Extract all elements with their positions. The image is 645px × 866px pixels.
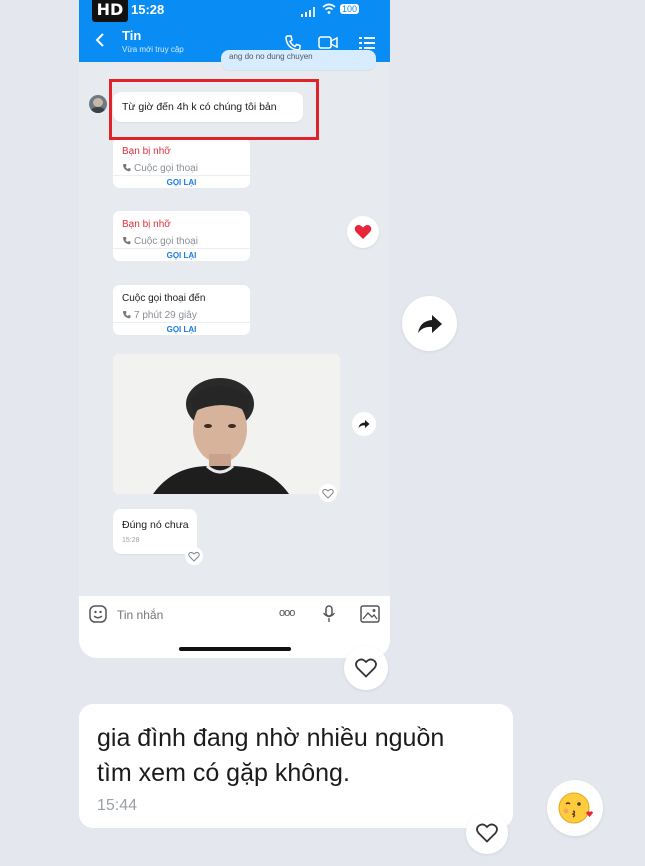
status-time: 15:28	[131, 2, 165, 17]
photo-message[interactable]	[113, 354, 340, 494]
back-icon[interactable]	[95, 32, 105, 53]
more-options-icon[interactable]: ooo	[279, 607, 295, 619]
hd-badge: HD	[92, 0, 128, 22]
heart-icon[interactable]	[466, 812, 508, 854]
heart-icon[interactable]	[319, 484, 337, 502]
callback-button[interactable]: GỌI LẠI	[113, 325, 250, 334]
call-title: Bạn bị nhỡ	[122, 219, 171, 230]
message-bubble[interactable]: gia đình đang nhờ nhiều nguồn tìm xem có…	[79, 704, 513, 828]
heart-reaction-icon[interactable]	[347, 216, 379, 248]
callback-button[interactable]: GỌI LẠI	[113, 251, 250, 260]
call-subtitle: Cuộc gọi thoại	[122, 163, 198, 174]
call-title: Cuộc gọi thoại đến	[122, 293, 206, 304]
message-input-bar: ooo	[79, 596, 390, 658]
signal-icon	[301, 5, 315, 20]
incoming-call-card: Cuộc gọi thoại đến 7 phút 29 giây GỌI LẠ…	[113, 285, 250, 335]
missed-call-card: Bạn bị nhỡ Cuộc gọi thoại GỌI LẠI	[113, 211, 250, 261]
callback-button[interactable]: GỌI LẠI	[113, 178, 250, 187]
call-title: Bạn bị nhỡ	[122, 146, 171, 157]
message-text-line: gia đình đang nhờ nhiều nguồn	[97, 724, 445, 752]
wifi-icon	[322, 3, 336, 18]
sticker-icon[interactable]	[89, 605, 107, 628]
missed-call-card: Bạn bị nhỡ Cuộc gọi thoại GỌI LẠI	[113, 138, 250, 188]
emoji-kiss-icon[interactable]	[547, 780, 603, 836]
chat-area: ang do no dung chuyen Từ giờ đến 4h k có…	[79, 50, 390, 596]
message-time: 15:28	[122, 537, 140, 544]
share-icon[interactable]	[402, 296, 457, 351]
share-icon[interactable]	[352, 412, 376, 436]
avatar[interactable]	[89, 95, 107, 113]
call-subtitle: 7 phút 29 giây	[122, 310, 197, 321]
heart-icon[interactable]	[344, 646, 388, 690]
missed-call-icon	[123, 164, 131, 172]
message-time: 15:44	[97, 797, 138, 814]
home-indicator	[179, 647, 291, 651]
partial-message: ang do no dung chuyen	[221, 50, 376, 70]
call-subtitle: Cuộc gọi thoại	[122, 236, 198, 247]
image-icon[interactable]	[360, 605, 380, 628]
mic-icon[interactable]	[322, 605, 336, 628]
message-input[interactable]	[115, 604, 269, 626]
contact-status: Vừa mới truy cập	[122, 45, 184, 54]
missed-call-icon	[123, 237, 131, 245]
divider	[113, 248, 250, 249]
contact-name[interactable]: Tin	[122, 28, 141, 43]
message-bubble[interactable]: Đúng nó chưa 15:28	[113, 509, 197, 554]
message-text-line: tìm xem có gặp không.	[97, 759, 350, 787]
battery-indicator: 100	[340, 4, 360, 14]
divider	[113, 322, 250, 323]
message-text: Đúng nó chưa	[122, 519, 189, 531]
heart-icon[interactable]	[185, 547, 203, 565]
highlight-box	[109, 79, 319, 140]
incoming-call-icon	[123, 311, 131, 319]
person-photo	[113, 354, 340, 494]
divider	[113, 175, 250, 176]
